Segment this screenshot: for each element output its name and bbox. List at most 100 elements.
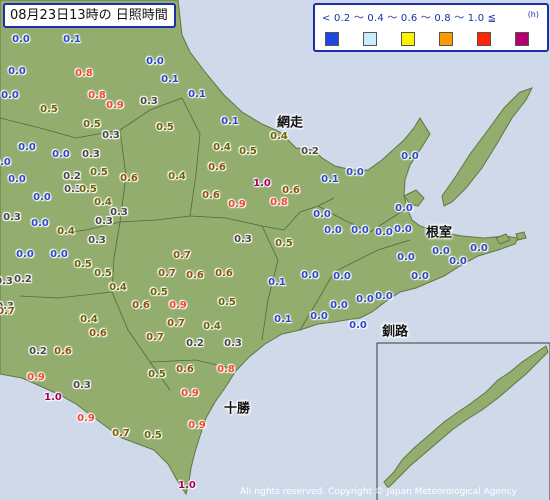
station-value: 0.0 — [18, 142, 36, 153]
station-value: 0.5 — [83, 119, 101, 130]
station-value: 0.5 — [90, 167, 108, 178]
station-value: 0.1 — [188, 89, 206, 100]
station-value: 0.4 — [168, 171, 186, 182]
station-value: 0.5 — [218, 297, 236, 308]
station-value: 0.3 — [88, 235, 106, 246]
station-value: 0.3 — [82, 149, 100, 160]
station-value: 0.3 — [95, 216, 113, 227]
station-value: 0.7 — [158, 268, 176, 279]
station-value: 0.0 — [52, 149, 70, 160]
legend-unit: (h) — [527, 10, 539, 19]
station-value: 0.7 — [112, 428, 130, 439]
station-value: 0.6 — [54, 346, 72, 357]
station-value: 0.5 — [156, 122, 174, 133]
station-value: 0.9 — [228, 199, 246, 210]
station-value: 0.0 — [333, 271, 351, 282]
station-value: 0.9 — [181, 388, 199, 399]
station-value: 0.0 — [8, 66, 26, 77]
station-value: 0.5 — [148, 369, 166, 380]
station-value: 0.8 — [270, 197, 288, 208]
station-value: 0.7 — [0, 306, 15, 317]
legend-scale-label: < 0.2 ～ 0.4 ～ 0.6 ～ 0.8 ～ 1.0 ≦ — [322, 13, 497, 24]
station-value: 0.5 — [74, 259, 92, 270]
station-value: 0.8 — [88, 90, 106, 101]
station-value: 0.0 — [330, 300, 348, 311]
station-value: 0.4 — [203, 321, 221, 332]
station-value: 0.2 — [301, 146, 319, 157]
place-label-kushiro: 釧路 — [381, 324, 409, 340]
station-value: 0.5 — [40, 104, 58, 115]
station-value: 0.9 — [27, 372, 45, 383]
station-value: 0.0 — [395, 203, 413, 214]
station-value: 0.5 — [144, 430, 162, 441]
station-value: 1.0 — [253, 178, 271, 189]
place-label-tokachi: 十勝 — [223, 401, 251, 417]
station-value: 0.0 — [50, 249, 68, 260]
station-value: 0.9 — [188, 420, 206, 431]
station-value: 0.6 — [215, 268, 233, 279]
station-value: 0.5 — [239, 146, 257, 157]
station-value: 0.0 — [470, 243, 488, 254]
station-value: 0.9 — [106, 100, 124, 111]
place-label-abashiri: 網走 — [276, 115, 304, 131]
station-value: 0.0 — [432, 246, 450, 257]
station-value: 0.4 — [80, 314, 98, 325]
station-value: 0.6 — [186, 270, 204, 281]
legend-swatch-lt-0.2 — [325, 32, 339, 46]
legend-swatch-0.4-0.6 — [401, 32, 415, 46]
legend-swatch-0.2-0.4 — [363, 32, 377, 46]
legend-swatch-0.6-0.8 — [439, 32, 453, 46]
station-value: 0.6 — [176, 364, 194, 375]
station-value: 0.3 — [234, 234, 252, 245]
station-value: 0.2 — [186, 338, 204, 349]
station-value: 0.0 — [401, 151, 419, 162]
station-value: 0.0 — [0, 157, 11, 168]
station-value: 0.0 — [8, 174, 26, 185]
station-value: 0.0 — [301, 270, 319, 281]
station-value: 0.3 — [73, 380, 91, 391]
station-value: 0.6 — [132, 300, 150, 311]
station-value: 0.0 — [394, 224, 412, 235]
station-value: 0.0 — [313, 209, 331, 220]
station-value: 0.4 — [213, 142, 231, 153]
station-value: 0.0 — [16, 249, 34, 260]
station-value: 0.8 — [217, 364, 235, 375]
station-value: 0.0 — [346, 167, 364, 178]
station-value: 0.0 — [375, 227, 393, 238]
legend: < 0.2 ～ 0.4 ～ 0.6 ～ 0.8 ～ 1.0 ≦ (h) — [313, 3, 549, 52]
station-value: 0.9 — [77, 413, 95, 424]
station-value: 0.1 — [63, 34, 81, 45]
station-value: 0.3 — [3, 212, 21, 223]
station-value: 0.0 — [33, 192, 51, 203]
station-value: 0.2 — [14, 274, 32, 285]
station-value: 0.7 — [173, 250, 191, 261]
station-value: 0.1 — [161, 74, 179, 85]
station-value: 0.6 — [282, 185, 300, 196]
station-value: 0.8 — [75, 68, 93, 79]
station-value: 0.9 — [169, 300, 187, 311]
station-value: 0.2 — [29, 346, 47, 357]
station-value: 0.0 — [411, 271, 429, 282]
station-value: 0.0 — [146, 56, 164, 67]
station-value: 0.1 — [221, 116, 239, 127]
station-value: 0.0 — [356, 294, 374, 305]
station-value: 0.6 — [208, 162, 226, 173]
station-value: 0.5 — [79, 184, 97, 195]
station-value: 0.3 — [102, 130, 120, 141]
sunshine-map: 08月23日13時の 日照時間 < 0.2 ～ 0.4 ～ 0.6 ～ 0.8 … — [0, 0, 550, 500]
station-value: 0.4 — [109, 282, 127, 293]
station-value: 0.1 — [321, 174, 339, 185]
place-label-nemuro: 根室 — [425, 225, 453, 241]
station-value: 1.0 — [178, 480, 196, 491]
station-value: 0.0 — [31, 218, 49, 229]
station-value: 0.1 — [268, 277, 286, 288]
station-value: 0.3 — [0, 276, 13, 287]
station-value: 0.0 — [375, 291, 393, 302]
station-value: 0.4 — [270, 131, 288, 142]
station-value: 0.7 — [167, 318, 185, 329]
legend-swatch-ge-1.0 — [515, 32, 529, 46]
station-value: 0.0 — [351, 225, 369, 236]
station-value: 0.5 — [275, 238, 293, 249]
station-value: 0.0 — [310, 311, 328, 322]
station-value: 0.4 — [57, 226, 75, 237]
